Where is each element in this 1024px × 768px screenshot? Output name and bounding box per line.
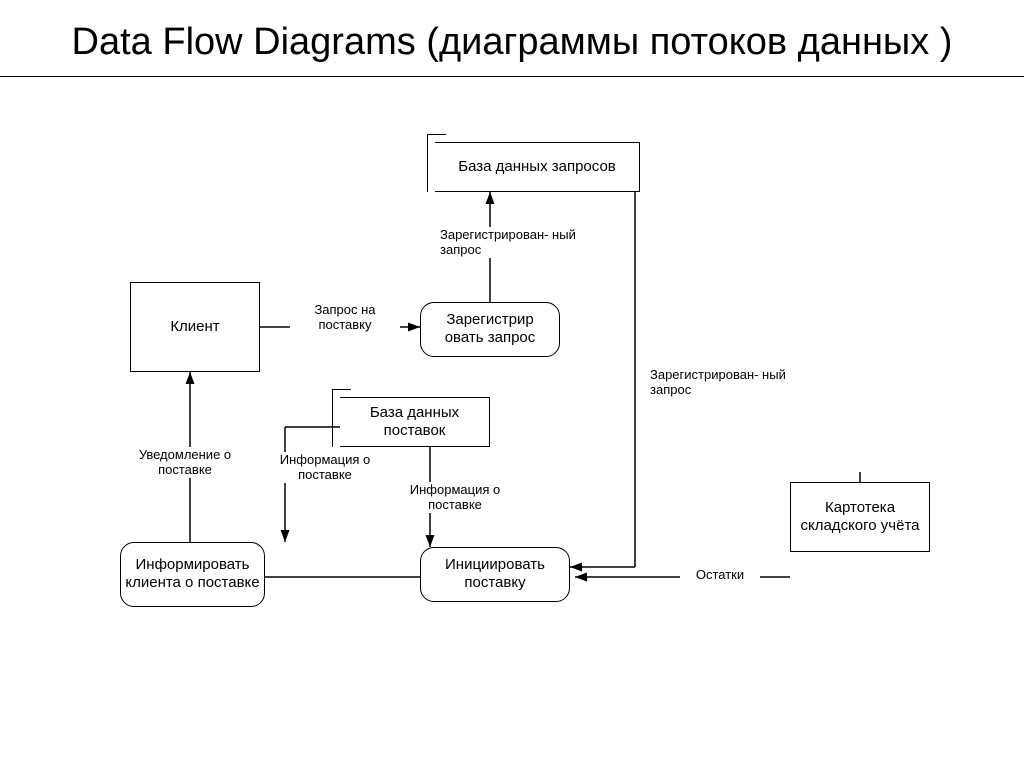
datastore-request-db: База данных запросов bbox=[435, 142, 640, 192]
flow-registered-request-down: Зарегистрирован- ный запрос bbox=[650, 367, 810, 398]
page-title: Data Flow Diagrams (диаграммы потоков да… bbox=[0, 0, 1024, 77]
datastore-delivery-db: База данных поставок bbox=[340, 397, 490, 447]
entity-warehouse-index: Картотека складского учёта bbox=[790, 482, 930, 552]
flow-registered-request-up: Зарегистрирован- ный запрос bbox=[440, 227, 590, 258]
flow-delivery-notification: Уведомление о поставке bbox=[130, 447, 240, 478]
flow-remains: Остатки bbox=[680, 567, 760, 583]
flow-delivery-info-down: Информация о поставке bbox=[395, 482, 515, 513]
process-inform-client: Информировать клиента о поставке bbox=[120, 542, 265, 607]
dfd-diagram: Клиент Зарегистрир овать запрос База дан… bbox=[0, 77, 1024, 697]
flow-request-for-delivery: Запрос на поставку bbox=[290, 302, 400, 333]
entity-client: Клиент bbox=[130, 282, 260, 372]
flow-delivery-info-left: Информация о поставке bbox=[270, 452, 380, 483]
process-initiate-delivery: Инициировать поставку bbox=[420, 547, 570, 602]
process-register-request: Зарегистрир овать запрос bbox=[420, 302, 560, 357]
